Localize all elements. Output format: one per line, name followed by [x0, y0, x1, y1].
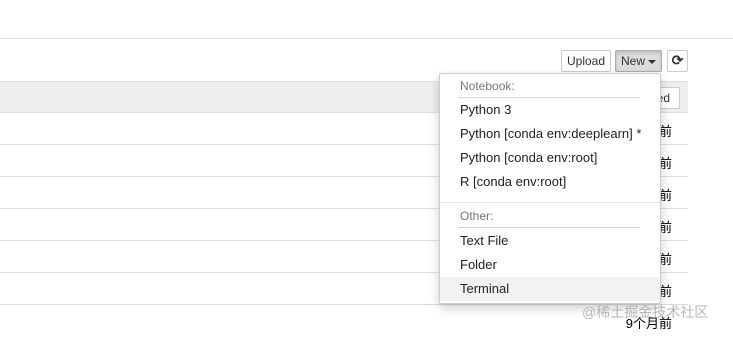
menu-item-python-deeplearn[interactable]: Python [conda env:deeplearn] *: [440, 122, 660, 146]
refresh-button[interactable]: ⟳: [667, 50, 688, 72]
refresh-icon: ⟳: [671, 52, 684, 68]
upload-button[interactable]: Upload: [561, 50, 611, 72]
other-section-header: Other:: [460, 209, 494, 223]
menu-item-folder[interactable]: Folder: [440, 253, 660, 277]
menu-separator: [440, 202, 660, 203]
section-divider: [458, 227, 640, 228]
menu-item-r-root[interactable]: R [conda env:root]: [440, 170, 660, 194]
menu-item-python3[interactable]: Python 3: [440, 98, 660, 122]
menu-item-text-file[interactable]: Text File: [440, 229, 660, 253]
notebook-section-header: Notebook:: [460, 79, 515, 93]
menu-item-python-root[interactable]: Python [conda env:root]: [440, 146, 660, 170]
watermark-text: @稀土掘金技术社区: [582, 304, 709, 320]
caret-down-icon: [648, 59, 656, 64]
new-button[interactable]: New: [615, 50, 662, 72]
header-divider: [0, 38, 733, 39]
new-dropdown-menu: Notebook: Python 3 Python [conda env:dee…: [439, 73, 661, 304]
menu-item-terminal[interactable]: Terminal: [440, 277, 660, 301]
new-button-label: New: [620, 54, 645, 68]
